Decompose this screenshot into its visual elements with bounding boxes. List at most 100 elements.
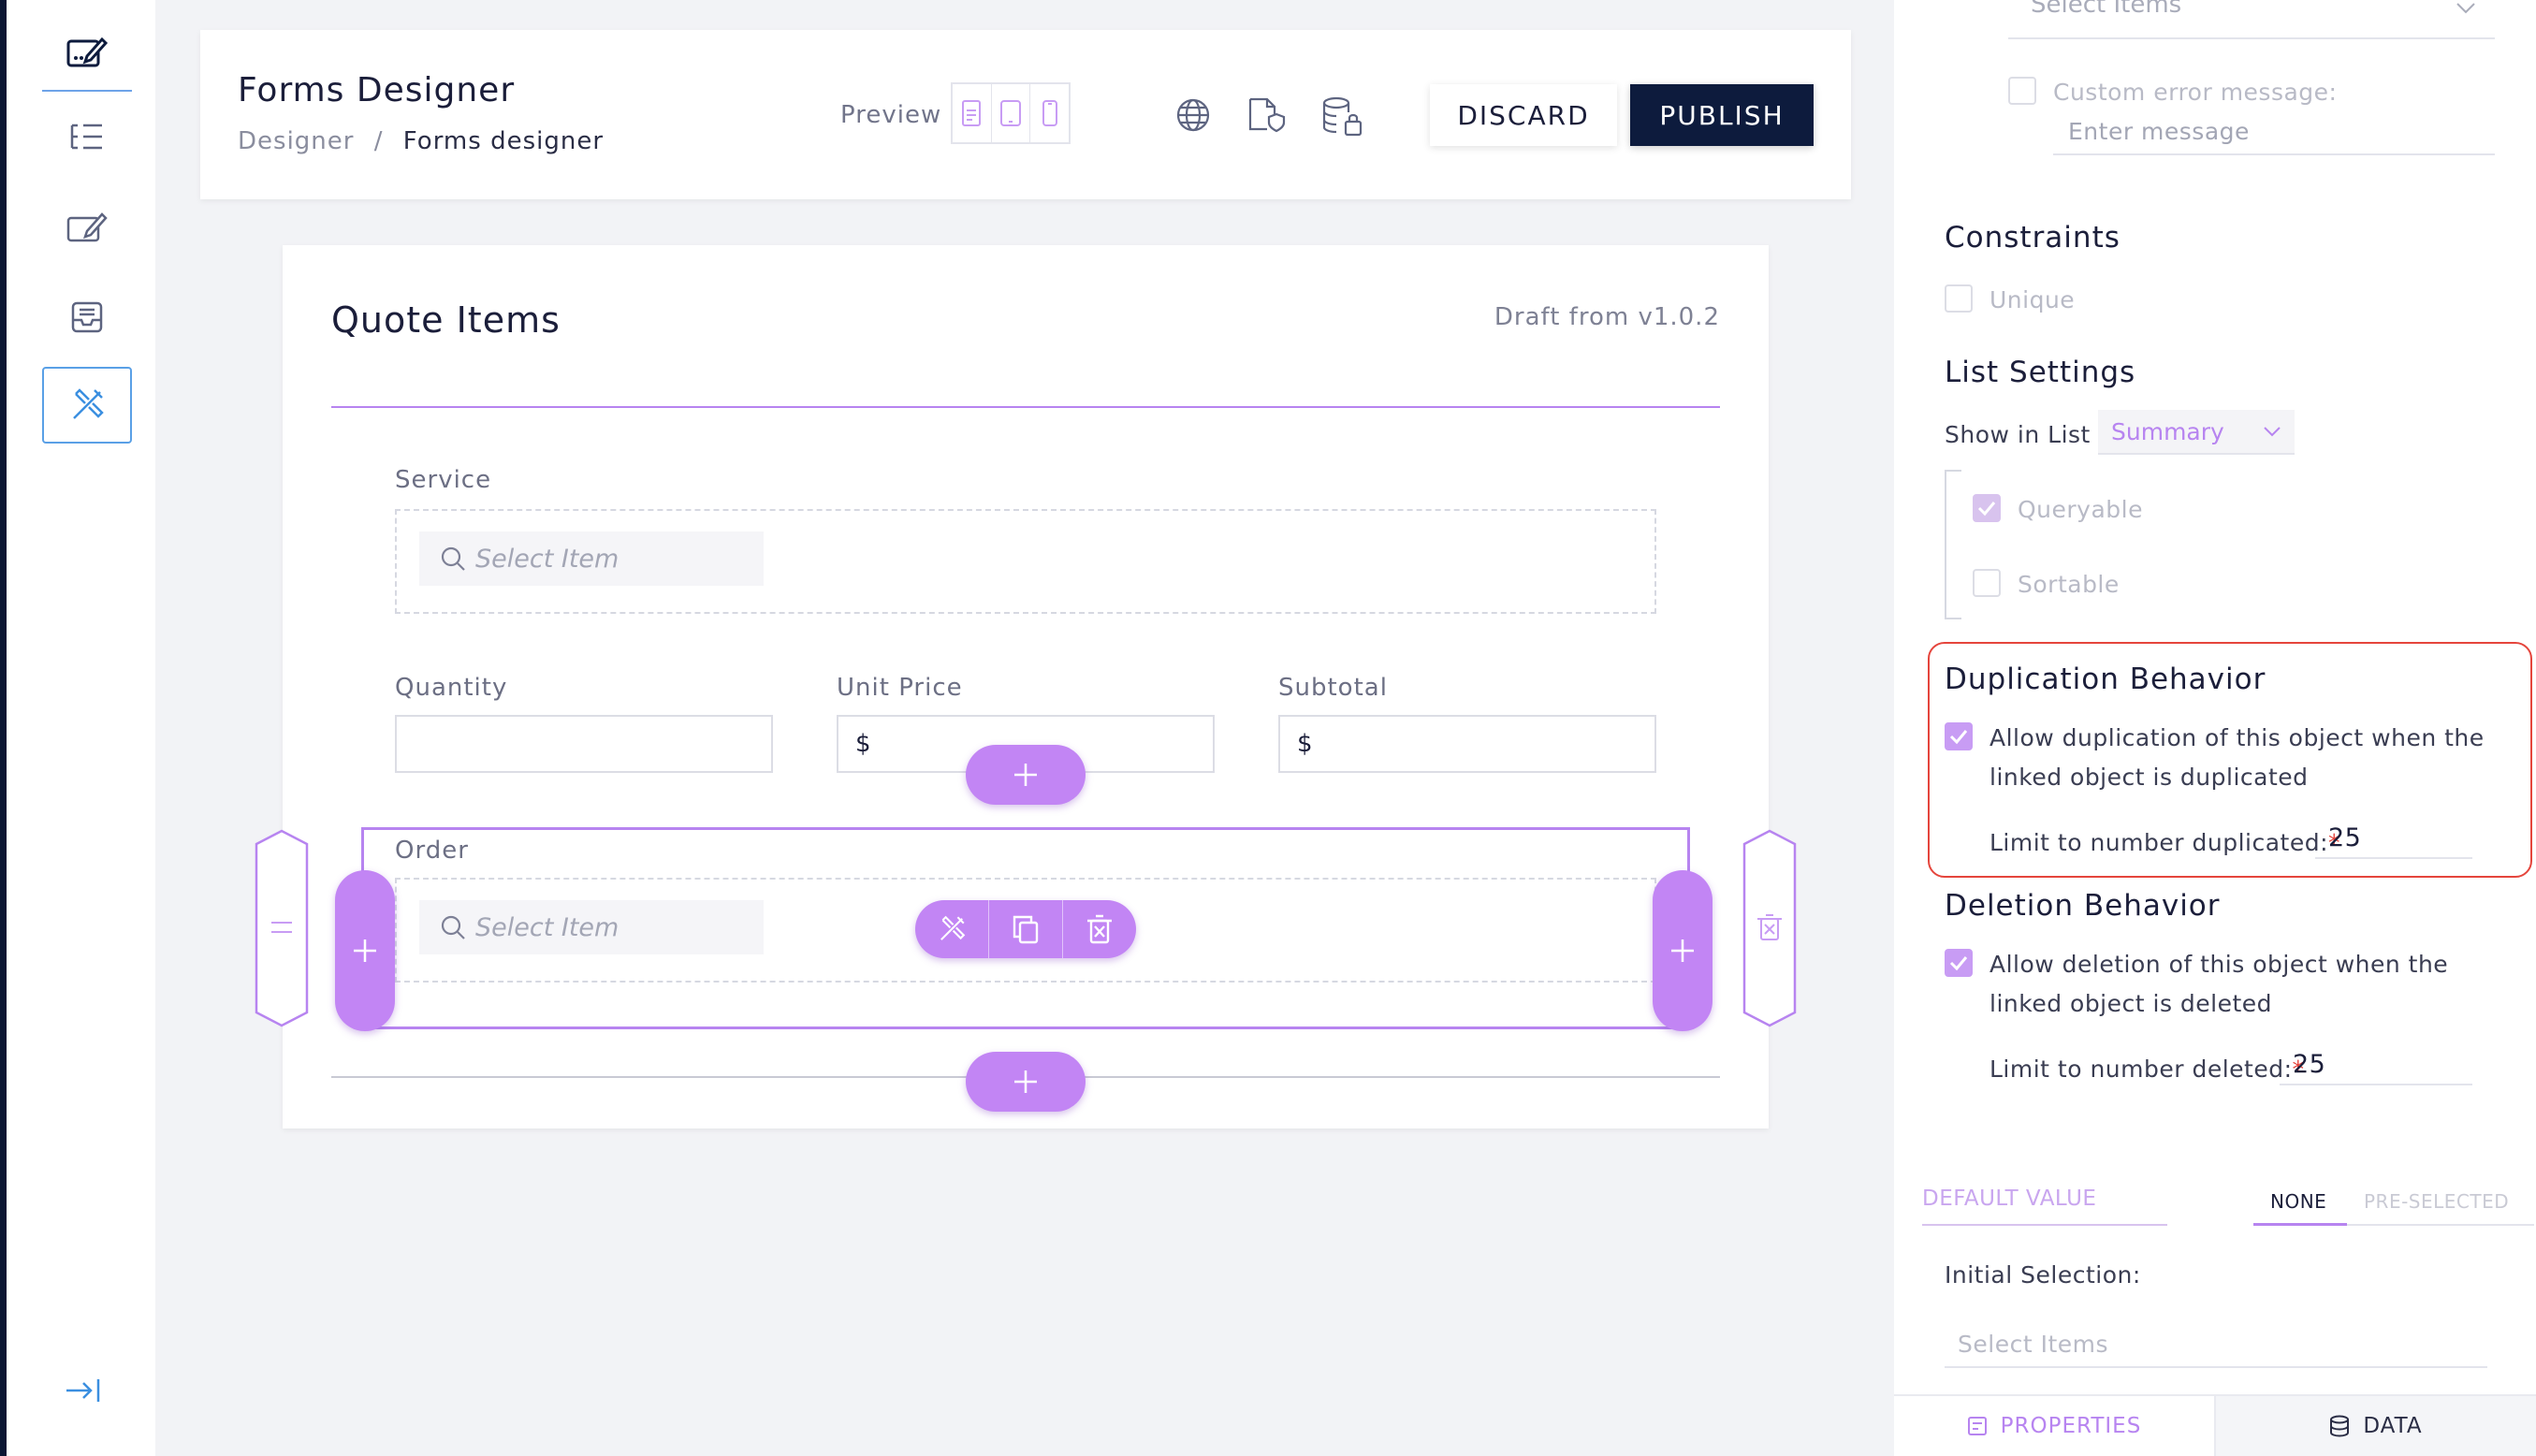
title-divider — [331, 406, 1720, 408]
quantity-input[interactable] — [395, 715, 773, 773]
queryable-checkbox[interactable] — [1973, 494, 2001, 522]
panel-bottom-tabs: PROPERTIES DATA — [1894, 1394, 2536, 1456]
plus-icon — [1014, 1070, 1037, 1093]
add-row-button[interactable] — [966, 745, 1086, 805]
duplication-text-line2: linked object is duplicated — [1989, 764, 2309, 791]
field-settings-button[interactable] — [915, 900, 989, 958]
forms-edit-icon — [66, 36, 108, 67]
preview-label: Preview — [840, 101, 942, 129]
tablet-icon — [1000, 100, 1021, 126]
nav-list-button[interactable] — [42, 99, 132, 176]
drag-handle-icon — [255, 829, 309, 1027]
allow-duplication-checkbox[interactable] — [1945, 722, 1973, 750]
show-in-list-select[interactable]: Summary — [2098, 410, 2295, 455]
trash-icon — [1742, 829, 1797, 1027]
delete-field-button[interactable] — [1063, 900, 1136, 958]
breadcrumb-root[interactable]: Designer — [238, 127, 354, 155]
service-label: Service — [395, 466, 492, 494]
document-shield-icon — [1248, 97, 1286, 133]
breadcrumb: Designer / Forms designer — [238, 127, 604, 155]
collapse-button[interactable] — [65, 1376, 102, 1405]
custom-error-checkbox[interactable] — [2008, 77, 2036, 105]
security-button[interactable] — [1246, 95, 1288, 133]
sortable-checkbox[interactable] — [1973, 569, 2001, 597]
show-in-list-value: Summary — [2111, 417, 2224, 445]
trash-icon — [1087, 914, 1112, 944]
duplicate-field-button[interactable] — [989, 900, 1063, 958]
discard-button[interactable]: DISCARD — [1430, 84, 1617, 146]
preview-desktop-button[interactable] — [953, 84, 992, 142]
language-button[interactable] — [1175, 97, 1211, 133]
plus-icon — [354, 939, 376, 962]
tab-properties-label: PROPERTIES — [2000, 1414, 2142, 1438]
database-lock-icon — [1322, 96, 1363, 137]
tree-list-icon — [70, 124, 102, 150]
chevron-down-icon — [2264, 427, 2281, 437]
drag-handle[interactable] — [255, 829, 309, 1027]
publish-button[interactable]: PUBLISH — [1630, 84, 1814, 146]
initial-selection-label: Initial Selection: — [1945, 1261, 2141, 1289]
tab-preselected-label: PRE-SELECTED — [2364, 1190, 2510, 1213]
unit-price-currency: $ — [855, 730, 871, 758]
properties-panel: Select Items Custom error message: Enter… — [1894, 0, 2536, 1456]
preview-mobile-button[interactable] — [1030, 84, 1069, 142]
add-left-button[interactable] — [335, 870, 395, 1031]
service-select[interactable]: Select Item — [419, 531, 764, 586]
tab-preselected[interactable]: PRE-SELECTED — [2347, 1181, 2534, 1226]
order-select[interactable]: Select Item — [419, 900, 764, 954]
dup-limit-label: Limit to number duplicated:* — [1989, 829, 2340, 856]
tab-properties[interactable]: PROPERTIES — [1894, 1396, 2214, 1456]
check-icon — [1977, 502, 1996, 517]
dup-limit-input[interactable]: 25 — [2315, 816, 2472, 859]
queryable-label: Queryable — [2018, 496, 2143, 523]
left-nav — [0, 0, 155, 1456]
preview-tablet-button[interactable] — [992, 84, 1031, 142]
del-limit-label: Limit to number deleted:* — [1989, 1056, 2305, 1083]
plus-icon — [1671, 939, 1694, 962]
form-title: Quote Items — [331, 299, 561, 341]
del-limit-input[interactable]: 25 — [2280, 1042, 2472, 1085]
deletion-text-line1: Allow deletion of this object when the — [1989, 951, 2449, 978]
top-select[interactable]: Select Items — [2008, 0, 2495, 39]
unit-price-label: Unit Price — [837, 674, 963, 702]
nav-forms-button[interactable] — [42, 15, 132, 92]
service-placeholder: Select Item — [475, 544, 619, 574]
nav-inbox-button[interactable] — [42, 279, 132, 356]
quantity-label: Quantity — [395, 674, 508, 702]
check-icon — [1949, 730, 1968, 745]
subtotal-input[interactable]: $ — [1278, 715, 1656, 773]
collapse-right-icon — [66, 1379, 100, 1402]
nav-design-button[interactable] — [42, 367, 132, 444]
dup-limit-value: 25 — [2328, 823, 2362, 852]
preview-device-group — [951, 82, 1071, 144]
list-options-bracket — [1945, 470, 1961, 619]
copy-icon — [1013, 915, 1039, 944]
tab-data[interactable]: DATA — [2214, 1396, 2536, 1456]
custom-error-input[interactable]: Enter message — [2053, 114, 2495, 155]
tab-data-label: DATA — [2363, 1414, 2423, 1438]
design-tools-icon — [940, 915, 966, 940]
edit-icon — [66, 212, 108, 242]
allow-deletion-checkbox[interactable] — [1945, 949, 1973, 977]
tab-none-label: NONE — [2270, 1190, 2327, 1213]
del-limit-label-text: Limit to number deleted: — [1989, 1056, 2293, 1083]
tab-none[interactable]: NONE — [2253, 1181, 2347, 1226]
add-right-button[interactable] — [1653, 870, 1713, 1031]
form-canvas: Quote Items Draft from v1.0.2 Service Se… — [255, 245, 1797, 1128]
chevron-down-icon — [2456, 3, 2475, 14]
breadcrumb-separator: / — [373, 127, 384, 155]
deletion-title: Deletion Behavior — [1945, 889, 2221, 923]
top-select-placeholder: Select Items — [2031, 0, 2182, 19]
delete-handle[interactable] — [1742, 829, 1797, 1027]
order-placeholder: Select Item — [475, 912, 619, 942]
sortable-label: Sortable — [2018, 571, 2120, 598]
subtotal-label: Subtotal — [1278, 674, 1388, 702]
custom-error-placeholder: Enter message — [2068, 118, 2250, 145]
initial-selection-input[interactable]: Select Items — [1945, 1321, 2487, 1368]
nav-edit-button[interactable] — [42, 189, 132, 266]
check-icon — [1949, 956, 1968, 971]
search-icon — [441, 915, 465, 939]
add-section-button[interactable] — [966, 1052, 1086, 1112]
unique-checkbox[interactable] — [1945, 284, 1973, 313]
database-lock-button[interactable] — [1321, 95, 1364, 138]
